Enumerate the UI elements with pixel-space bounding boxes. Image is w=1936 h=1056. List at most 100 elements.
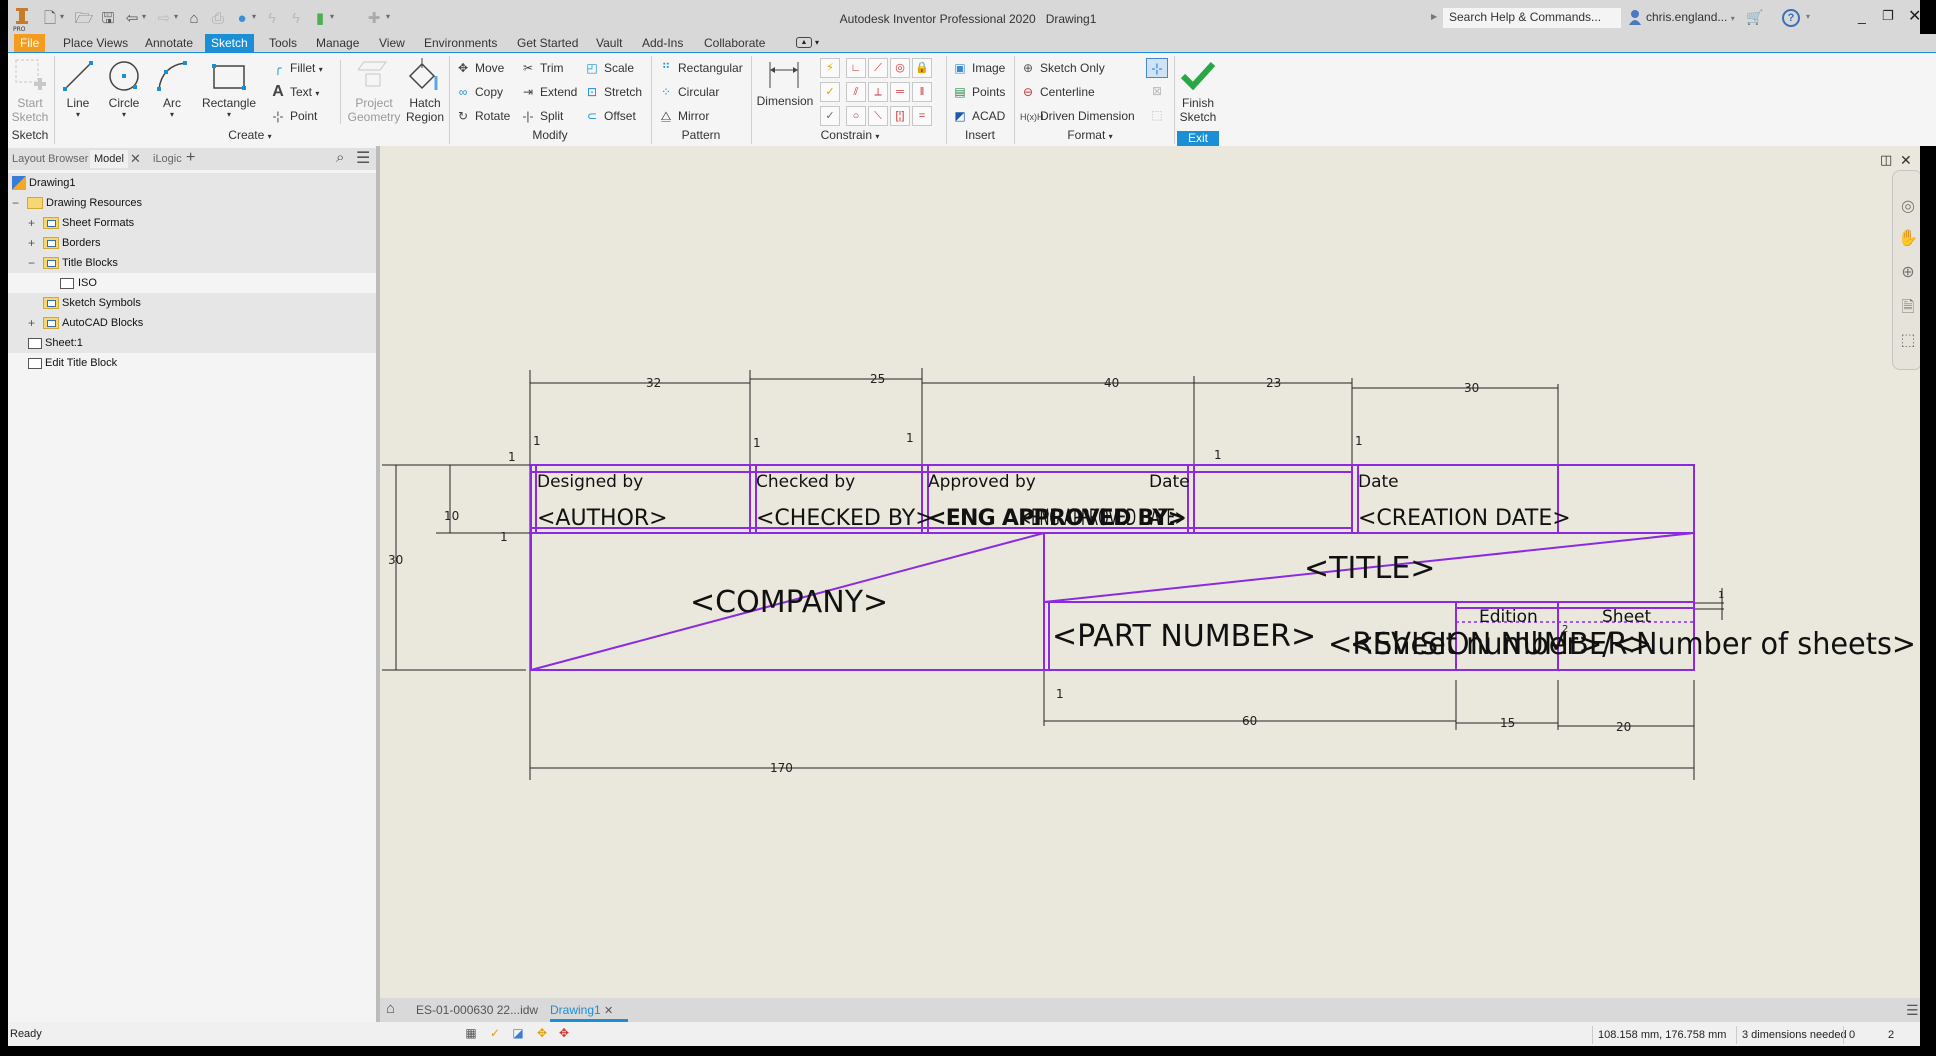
- doc-tab-drawing1[interactable]: Drawing1 ✕: [550, 1000, 628, 1022]
- arc-button[interactable]: Arc ▾: [152, 96, 192, 119]
- construction-toggle[interactable]: -¦-: [1146, 58, 1168, 78]
- slice-graphics-icon[interactable]: ◪: [510, 1026, 526, 1042]
- insert-image-button[interactable]: ▣ Image: [952, 58, 1005, 78]
- auto-dimension-icon[interactable]: ⚡: [820, 58, 840, 78]
- tab-view[interactable]: View: [373, 34, 411, 52]
- show-constraints-icon[interactable]: ✥: [534, 1026, 550, 1042]
- circle-button[interactable]: Circle ▾: [104, 96, 144, 119]
- hatch-region-button[interactable]: Hatch Region: [404, 96, 446, 124]
- rotate-button[interactable]: ↻ Rotate: [455, 106, 510, 126]
- title-block-sketch[interactable]: Designed by Checked by Approved by Date …: [380, 146, 1920, 998]
- ribbon-minimize-dropdown-icon[interactable]: ▾: [815, 38, 819, 47]
- tab-collaborate[interactable]: Collaborate: [698, 34, 771, 52]
- panel-create-label[interactable]: Create ▾: [200, 128, 300, 142]
- help-icon[interactable]: ?: [1782, 9, 1800, 27]
- tab-vault[interactable]: Vault: [590, 34, 628, 52]
- fillet-button[interactable]: ╭ Fillet ▾: [270, 58, 322, 78]
- close-navbar-icon[interactable]: ✕: [1900, 152, 1912, 169]
- tab-manage[interactable]: Manage: [310, 34, 365, 52]
- expand-icon[interactable]: +: [28, 313, 35, 333]
- menu-icon[interactable]: ☰: [356, 148, 370, 168]
- help-dropdown-icon[interactable]: ▾: [1806, 12, 1810, 21]
- tab-place-views[interactable]: Place Views: [57, 34, 134, 52]
- centerline-button[interactable]: ⊖ Centerline: [1020, 82, 1095, 102]
- doc-tab-es-01[interactable]: ES-01-000630 22...idw: [416, 1000, 538, 1022]
- tab-environments[interactable]: Environments: [418, 34, 503, 52]
- grid-snap-icon[interactable]: ▦: [463, 1026, 479, 1042]
- tab-get-started[interactable]: Get Started: [511, 34, 584, 52]
- add-tab-icon[interactable]: +: [186, 149, 195, 167]
- start-sketch-button[interactable]: Start Sketch: [10, 96, 50, 124]
- tab-layout-browser[interactable]: Layout Browser: [12, 150, 88, 168]
- equal-icon[interactable]: =: [912, 106, 932, 126]
- tab-annotate[interactable]: Annotate: [139, 34, 199, 52]
- tree-item-sketch-symbols[interactable]: Sketch Symbols: [8, 293, 378, 313]
- center-point-toggle[interactable]: ⊠: [1146, 82, 1168, 102]
- copy-button[interactable]: ∞ Copy: [455, 82, 503, 102]
- project-geometry-button[interactable]: Project Geometry: [344, 96, 404, 124]
- collinear-icon[interactable]: ⟋: [868, 58, 888, 78]
- mirror-button[interactable]: ⧋ Mirror: [658, 106, 710, 126]
- tab-add-ins[interactable]: Add-Ins: [636, 34, 689, 52]
- tab-sketch[interactable]: Sketch: [205, 34, 254, 52]
- tree-item-borders[interactable]: + Borders: [8, 233, 378, 253]
- tab-tools[interactable]: Tools: [263, 34, 303, 52]
- move-button[interactable]: ✥ Move: [455, 58, 504, 78]
- graphics-canvas[interactable]: Designed by Checked by Approved by Date …: [380, 146, 1920, 998]
- doc-tabs-menu-icon[interactable]: ☰: [1906, 1002, 1919, 1019]
- expand-icon[interactable]: +: [28, 233, 35, 253]
- home-tab-icon[interactable]: ⌂: [386, 1000, 395, 1017]
- constraint-persistence-icon[interactable]: ✓: [820, 106, 840, 126]
- line-button[interactable]: Line ▾: [58, 96, 98, 119]
- tangent-icon[interactable]: ○: [846, 106, 866, 126]
- user-icon[interactable]: [1628, 9, 1642, 25]
- collapse-icon[interactable]: −: [12, 193, 19, 213]
- tree-item-title-blocks[interactable]: − Title Blocks: [8, 253, 378, 273]
- zoom-window-icon[interactable]: ⬚: [1898, 330, 1918, 350]
- vertical-icon[interactable]: ‖: [912, 82, 932, 102]
- stretch-button[interactable]: ⊡ Stretch: [584, 82, 642, 102]
- horizontal-icon[interactable]: ═: [890, 82, 910, 102]
- dimension-button[interactable]: Dimension: [754, 94, 816, 108]
- constraint-inference-icon[interactable]: ✓: [487, 1026, 503, 1042]
- collapse-icon[interactable]: −: [28, 253, 35, 273]
- parallel-icon[interactable]: ⫽: [846, 82, 866, 102]
- finish-sketch-button[interactable]: Finish Sketch: [1176, 96, 1220, 124]
- rectangular-pattern-button[interactable]: ⠛ Rectangular: [658, 58, 743, 78]
- extend-button[interactable]: ⇥ Extend: [520, 82, 577, 102]
- insert-points-button[interactable]: ▤ Points: [952, 82, 1005, 102]
- close-tab-icon[interactable]: ✕: [130, 151, 141, 167]
- search-help-input[interactable]: Search Help & Commands...: [1443, 8, 1621, 28]
- tree-item-sheet1[interactable]: Sheet:1: [8, 333, 378, 353]
- scale-button[interactable]: ◰ Scale: [584, 58, 634, 78]
- panel-format-label[interactable]: Format ▾: [1040, 128, 1140, 142]
- pan-icon[interactable]: ✋: [1898, 228, 1918, 248]
- zoom-all-icon[interactable]: 🗎: [1898, 296, 1918, 316]
- point-button[interactable]: -¦- Point: [270, 106, 317, 126]
- expand-icon[interactable]: +: [28, 213, 35, 233]
- fix-icon[interactable]: 🔒: [912, 58, 932, 78]
- circular-pattern-button[interactable]: ⁘ Circular: [658, 82, 719, 102]
- tree-item-autocad-blocks[interactable]: + AutoCAD Blocks: [8, 313, 378, 333]
- symmetric-icon[interactable]: [¦]: [890, 106, 910, 126]
- restore-icon[interactable]: ❐: [1882, 8, 1894, 24]
- minimize-icon[interactable]: _: [1858, 8, 1866, 24]
- tree-item-drawing-resources[interactable]: − Drawing Resources: [8, 193, 378, 213]
- rectangle-button[interactable]: Rectangle ▾: [200, 96, 258, 119]
- tree-item-iso[interactable]: ISO: [8, 273, 378, 293]
- tab-model[interactable]: Model: [90, 150, 128, 168]
- user-name[interactable]: chris.england... ▾: [1646, 10, 1735, 24]
- coincident-icon[interactable]: ∟: [846, 58, 866, 78]
- dock-icon[interactable]: ◫: [1880, 152, 1892, 168]
- zoom-icon[interactable]: ⊕: [1898, 262, 1918, 282]
- text-button[interactable]: A Text ▾: [270, 82, 319, 102]
- search-icon[interactable]: ⌕: [336, 149, 344, 166]
- ribbon-minimize-icon[interactable]: ▲: [796, 37, 812, 48]
- sketch-only-button[interactable]: ⊕ Sketch Only: [1020, 58, 1105, 78]
- search-expand-icon[interactable]: ▶: [1431, 12, 1437, 21]
- cart-icon[interactable]: 🛒: [1746, 9, 1763, 26]
- driven-dimension-button[interactable]: H(x)HDriven Dimension: [1020, 106, 1135, 126]
- tree-item-drawing1[interactable]: Drawing1: [8, 173, 378, 193]
- tab-ilogic[interactable]: iLogic: [153, 150, 182, 168]
- tree-item-sheet-formats[interactable]: + Sheet Formats: [8, 213, 378, 233]
